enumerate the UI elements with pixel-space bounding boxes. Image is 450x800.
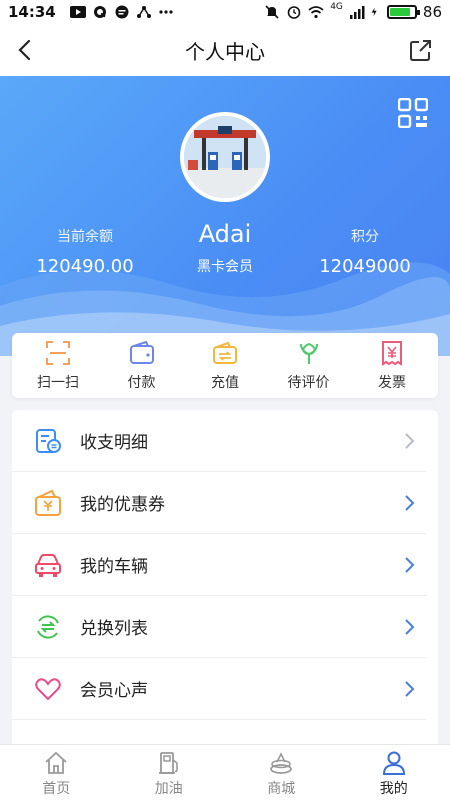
- balance-stat[interactable]: 当前余额 120490.00: [20, 226, 150, 277]
- chevron-right-icon: [405, 557, 415, 573]
- battery-icon: [386, 5, 420, 19]
- invoice-icon: [382, 340, 402, 366]
- wifi-icon: [308, 6, 324, 19]
- menu-item-label: 我的车辆: [80, 557, 148, 577]
- flower-icon: [299, 342, 318, 364]
- menu-item-bill-details[interactable]: 收支明细: [12, 410, 426, 472]
- car-icon: [35, 553, 61, 577]
- tab-label: 商城: [267, 781, 296, 797]
- quick-action-label: 扫一扫: [37, 374, 79, 391]
- exchange-icon: [37, 614, 59, 639]
- chevron-right-icon: [405, 495, 415, 511]
- quick-action-label: 发票: [378, 374, 406, 391]
- points-stat[interactable]: 积分 12049000: [300, 226, 430, 277]
- menu-list: 收支明细 我的优惠券 我的车辆 兑换列表 会员心声: [12, 410, 438, 800]
- tab-mall[interactable]: 商城: [225, 745, 338, 800]
- chevron-right-icon: [405, 433, 415, 449]
- q-app-icon: [93, 6, 106, 18]
- mute-bell-icon: [265, 5, 279, 19]
- tab-mine[interactable]: 我的: [338, 745, 450, 800]
- tab-home[interactable]: 首页: [0, 745, 113, 800]
- quick-action-label: 付款: [127, 374, 156, 391]
- chevron-right-icon: [405, 681, 415, 697]
- balance-value: 120490.00: [36, 256, 134, 277]
- message-icon: [115, 5, 129, 19]
- page-title: 个人中心: [185, 39, 265, 64]
- quick-action-review[interactable]: 待评价: [269, 340, 349, 392]
- menu-item-my-vehicles[interactable]: 我的车辆: [12, 534, 426, 596]
- chevron-right-icon: [405, 619, 415, 635]
- points-value: 12049000: [319, 256, 411, 277]
- wallet-icon: [129, 340, 154, 364]
- quick-action-label: 待评价: [287, 374, 330, 391]
- avatar[interactable]: [180, 112, 270, 202]
- fuel-pump-icon: [158, 752, 178, 774]
- user-info: Adai 黑卡会员: [150, 220, 300, 276]
- points-label: 积分: [351, 229, 379, 245]
- share-export-icon[interactable]: [408, 37, 434, 63]
- menu-item-label: 我的优惠券: [80, 495, 165, 515]
- tab-label: 我的: [379, 781, 408, 797]
- quick-action-recharge[interactable]: 充值: [185, 340, 265, 392]
- menu-item-label: 会员心声: [80, 681, 148, 701]
- menu-item-coupons[interactable]: 我的优惠券: [12, 472, 426, 534]
- menu-item-exchange-list[interactable]: 兑换列表: [12, 596, 426, 658]
- gas-station-avatar-image: [184, 116, 266, 198]
- tab-label: 加油: [154, 781, 183, 797]
- user-name: Adai: [198, 220, 252, 248]
- mall-icon: [270, 752, 293, 774]
- quick-action-pay[interactable]: 付款: [102, 340, 182, 392]
- more-dots-icon: [159, 10, 173, 14]
- back-arrow-icon[interactable]: [12, 36, 40, 64]
- menu-item-member-feedback[interactable]: 会员心声: [12, 658, 426, 720]
- youtube-icon: [69, 6, 86, 18]
- qr-code-icon[interactable]: [398, 98, 428, 128]
- balance-label: 当前余额: [57, 229, 113, 245]
- signal-icon: [349, 6, 365, 19]
- menu-item-label: 收支明细: [80, 433, 148, 453]
- bill-detail-icon: [36, 428, 61, 453]
- home-icon: [45, 751, 67, 774]
- recharge-icon: [213, 341, 237, 364]
- battery-level: 86: [422, 3, 442, 21]
- scan-icon: [46, 340, 70, 365]
- quick-actions-bar: 扫一扫 付款 充值 待评价 发票: [12, 333, 438, 398]
- bottom-tab-bar: 首页 加油 商城 我的: [0, 744, 450, 800]
- quick-action-scan[interactable]: 扫一扫: [18, 340, 98, 392]
- quick-action-label: 充值: [211, 374, 239, 391]
- nav-bar: 个人中心: [0, 24, 450, 76]
- share-nodes-icon: [136, 6, 151, 18]
- menu-item-label: 兑换列表: [80, 619, 148, 639]
- tab-label: 首页: [42, 781, 71, 797]
- profile-header: 当前余额 120490.00 Adai 黑卡会员 积分 12049000: [0, 76, 450, 356]
- network-type: 4G: [330, 2, 343, 12]
- member-level: 黑卡会员: [197, 259, 253, 275]
- quick-action-invoice[interactable]: 发票: [352, 340, 432, 392]
- heart-icon: [35, 677, 61, 700]
- tab-fuel[interactable]: 加油: [113, 745, 226, 800]
- charging-icon: [371, 7, 377, 17]
- coupon-icon: [35, 489, 61, 516]
- alarm-icon: [287, 6, 301, 19]
- status-bar: 14:34 4G 86: [0, 0, 450, 24]
- status-time: 14:34: [8, 3, 56, 21]
- user-icon: [382, 751, 405, 775]
